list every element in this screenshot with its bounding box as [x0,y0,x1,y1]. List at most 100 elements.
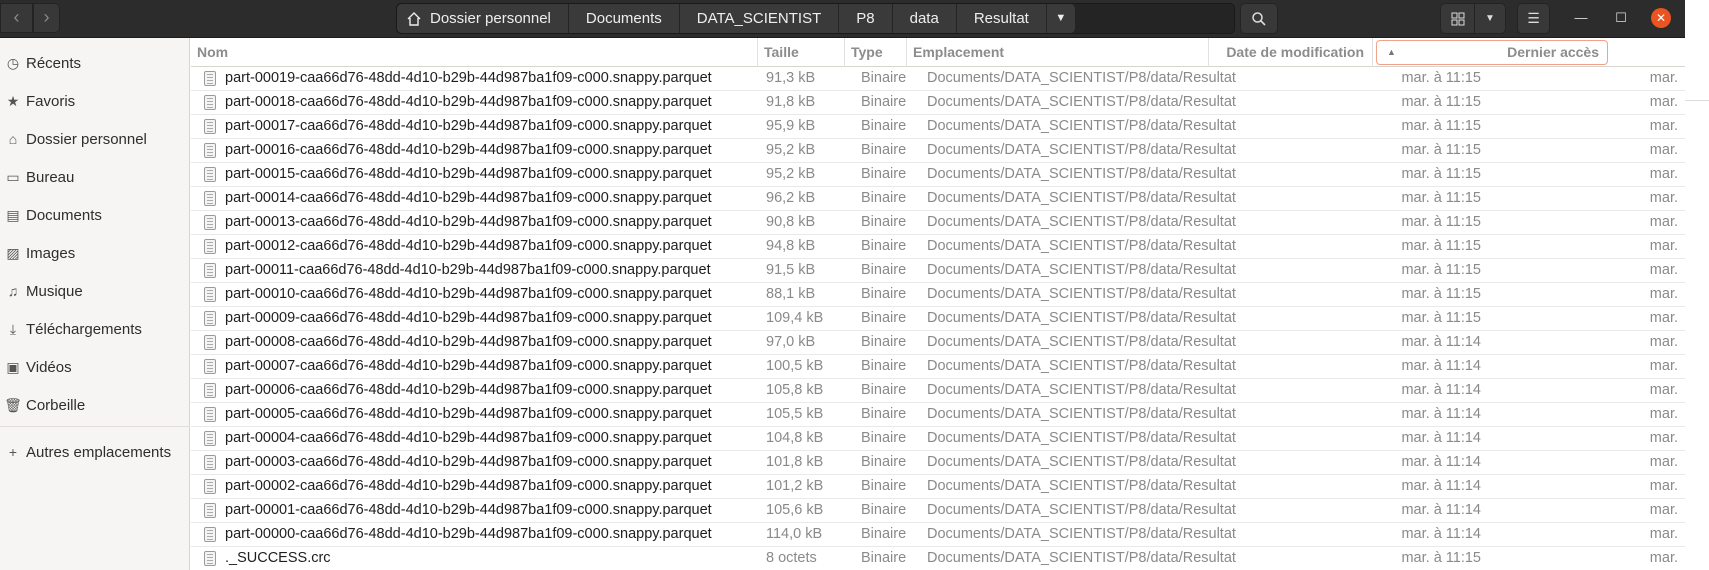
file-row[interactable]: part-00016-caa66d76-48dd-4d10-b29b-44d98… [191,139,1685,163]
file-icon [204,455,216,470]
file-location: Documents/DATA_SCIENTIST/P8/data/Resulta… [927,190,1236,206]
document-icon: ▤ [6,206,20,223]
file-type: Binaire [861,142,907,158]
file-icon [204,167,216,182]
file-row[interactable]: part-00017-caa66d76-48dd-4d10-b29b-44d98… [191,115,1685,139]
file-row[interactable]: part-00007-caa66d76-48dd-4d10-b29b-44d98… [191,355,1685,379]
sidebar-item-recents[interactable]: ◷ Récents [0,46,190,80]
file-accessed: mar. [1649,430,1678,446]
column-header-type[interactable]: Type [845,38,907,67]
file-accessed: mar. [1649,262,1678,278]
file-row[interactable]: part-00001-caa66d76-48dd-4d10-b29b-44d98… [191,499,1685,523]
file-row[interactable]: part-00008-caa66d76-48dd-4d10-b29b-44d98… [191,331,1685,355]
column-header-size[interactable]: Taille [758,38,845,67]
back-button[interactable]: ‹ [0,3,33,33]
triangle-down-icon: ▼ [1055,12,1067,24]
sidebar-item-other-locations[interactable]: + Autres emplacements [0,435,190,469]
path-menu-button[interactable]: ▼ [1046,4,1076,33]
sidebar-item-trash[interactable]: 🗑 Corbeille [0,388,190,422]
breadcrumb-item[interactable]: DATA_SCIENTIST [679,4,840,33]
file-row[interactable]: part-00013-caa66d76-48dd-4d10-b29b-44d98… [191,211,1685,235]
sidebar-item-downloads[interactable]: ⤓ Téléchargements [0,312,190,346]
file-accessed: mar. [1649,142,1678,158]
sidebar-item-label: Dossier personnel [26,130,147,148]
file-row[interactable]: part-00002-caa66d76-48dd-4d10-b29b-44d98… [191,475,1685,499]
file-icon [204,479,216,494]
file-name: part-00013-caa66d76-48dd-4d10-b29b-44d98… [225,214,712,230]
file-row[interactable]: ._SUCCESS.crc 8 octets Binaire Documents/DA… [191,547,1685,570]
sidebar-item-label: Favoris [26,92,76,110]
file-location: Documents/DATA_SCIENTIST/P8/data/Resulta… [927,262,1236,278]
breadcrumb-item-home[interactable]: Dossier personnel [397,4,569,33]
minimize-button[interactable]: — [1571,8,1591,28]
sidebar-item-label: Images [26,244,76,262]
sidebar-item-documents[interactable]: ▤ Documents [0,198,190,232]
file-modified: mar. à 11:15 [1401,166,1481,182]
image-icon: ▨ [6,244,20,261]
sidebar-item-videos[interactable]: ▣ Vidéos [0,350,190,384]
sidebar-item-home[interactable]: ⌂ Dossier personnel [0,122,190,156]
maximize-button[interactable]: ☐ [1611,8,1631,28]
column-header-name[interactable]: Nom [191,38,758,67]
desktop-icon: ▭ [6,168,20,185]
file-accessed: mar. [1649,334,1678,350]
column-header-accessed[interactable]: ▲ Dernier accès [1376,40,1608,65]
file-row[interactable]: part-00015-caa66d76-48dd-4d10-b29b-44d98… [191,163,1685,187]
file-size: 94,8 kB [766,238,816,254]
column-header-location[interactable]: Emplacement [907,38,1209,67]
file-type: Binaire [861,502,907,518]
file-name: part-00008-caa66d76-48dd-4d10-b29b-44d98… [225,334,712,350]
file-name: part-00017-caa66d76-48dd-4d10-b29b-44d98… [225,118,712,134]
file-accessed: mar. [1649,310,1678,326]
search-button[interactable] [1240,3,1278,34]
sidebar-item-music[interactable]: ♫ Musique [0,274,190,308]
download-icon: ⤓ [9,320,17,337]
file-name: part-00000-caa66d76-48dd-4d10-b29b-44d98… [225,526,712,542]
file-location: Documents/DATA_SCIENTIST/P8/data/Resulta… [927,334,1236,350]
file-name: part-00002-caa66d76-48dd-4d10-b29b-44d98… [225,478,712,494]
breadcrumb-item-current[interactable]: Resultat [956,4,1047,33]
file-size: 95,2 kB [766,142,816,158]
file-modified: mar. à 11:14 [1401,454,1481,470]
sidebar-item-favorites[interactable]: ★ Favoris [0,84,190,118]
column-header-row: Nom Taille Type Emplacement Date de modi… [191,38,1685,67]
file-icon [204,215,216,230]
sidebar-item-desktop[interactable]: ▭ Bureau [0,160,190,194]
file-row[interactable]: part-00000-caa66d76-48dd-4d10-b29b-44d98… [191,523,1685,547]
view-grid-button[interactable] [1440,3,1475,34]
column-header-modified[interactable]: Date de modification [1209,38,1373,67]
file-row[interactable]: part-00014-caa66d76-48dd-4d10-b29b-44d98… [191,187,1685,211]
file-location: Documents/DATA_SCIENTIST/P8/data/Resulta… [927,286,1236,302]
home-icon: ⌂ [8,131,18,147]
file-size: 109,4 kB [766,310,824,326]
breadcrumb-item[interactable]: Documents [568,4,680,33]
file-location: Documents/DATA_SCIENTIST/P8/data/Resulta… [927,358,1236,374]
file-size: 8 octets [766,550,817,566]
view-options-button[interactable]: ▼ [1474,3,1506,34]
file-row[interactable]: part-00012-caa66d76-48dd-4d10-b29b-44d98… [191,235,1685,259]
file-row[interactable]: part-00009-caa66d76-48dd-4d10-b29b-44d98… [191,307,1685,331]
file-row[interactable]: part-00019-caa66d76-48dd-4d10-b29b-44d98… [191,67,1685,91]
file-modified: mar. à 11:15 [1401,262,1481,278]
sidebar-item-images[interactable]: ▨ Images [0,236,190,270]
file-location: Documents/DATA_SCIENTIST/P8/data/Resulta… [927,430,1236,446]
file-row[interactable]: part-00010-caa66d76-48dd-4d10-b29b-44d98… [191,283,1685,307]
file-row[interactable]: part-00006-caa66d76-48dd-4d10-b29b-44d98… [191,379,1685,403]
file-size: 95,2 kB [766,166,816,182]
file-name: ._SUCCESS.crc [225,550,331,566]
forward-button[interactable]: › [33,3,60,33]
breadcrumb-item[interactable]: data [892,4,957,33]
file-row[interactable]: part-00011-caa66d76-48dd-4d10-b29b-44d98… [191,259,1685,283]
file-row[interactable]: part-00003-caa66d76-48dd-4d10-b29b-44d98… [191,451,1685,475]
background-window-line [1685,100,1709,101]
file-row[interactable]: part-00004-caa66d76-48dd-4d10-b29b-44d98… [191,427,1685,451]
breadcrumb-item[interactable]: P8 [839,4,893,33]
file-accessed: mar. [1649,358,1678,374]
file-location: Documents/DATA_SCIENTIST/P8/data/Resulta… [927,118,1236,134]
file-row[interactable]: part-00005-caa66d76-48dd-4d10-b29b-44d98… [191,403,1685,427]
close-button[interactable]: ✕ [1651,8,1671,28]
file-row[interactable]: part-00018-caa66d76-48dd-4d10-b29b-44d98… [191,91,1685,115]
file-accessed: mar. [1649,406,1678,422]
main-menu-button[interactable]: ☰ [1517,3,1550,34]
file-size: 105,8 kB [766,382,824,398]
